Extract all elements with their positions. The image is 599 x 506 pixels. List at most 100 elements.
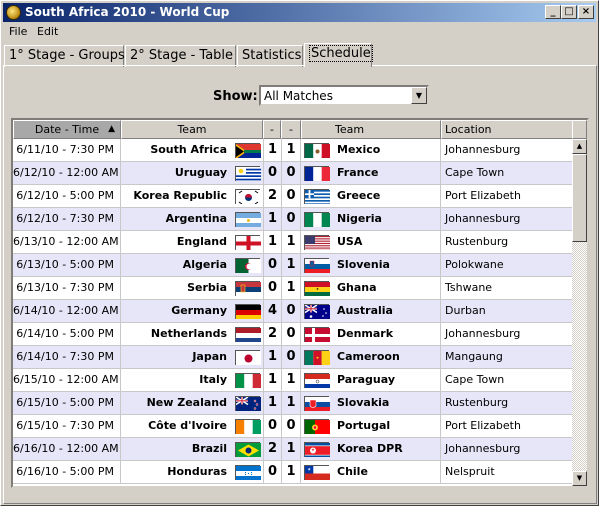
header-location[interactable]: Location <box>441 120 574 139</box>
away-team-flag-icon <box>304 258 330 273</box>
home-team-flag-icon <box>235 396 261 411</box>
away-team-flag-icon <box>304 465 330 480</box>
match-location: Johannesburg <box>445 143 521 156</box>
schedule-table: Date - Time ▲ Team - - Team Location 6/11… <box>11 118 589 488</box>
away-team-flag-icon <box>304 419 330 434</box>
header-date-time[interactable]: Date - Time ▲ <box>13 120 121 139</box>
match-location: Polokwane <box>445 258 504 271</box>
home-team-flag-icon <box>235 258 261 273</box>
tab-schedule[interactable]: Schedule <box>304 43 373 67</box>
match-location: Durban <box>445 304 486 317</box>
table-row[interactable]: 6/15/10 - 5:00 PM New Zealand 1 1 Slovakia Ru… <box>13 392 574 415</box>
maximize-icon[interactable]: □ <box>561 5 577 19</box>
menu-file[interactable]: File <box>9 25 27 38</box>
minimize-icon[interactable]: _ <box>545 5 561 19</box>
show-dropdown[interactable]: All Matches ▼ <box>259 85 429 106</box>
table-row[interactable]: 6/12/10 - 7:30 PM Argentina 1 0 Nigeria Johan… <box>13 208 574 231</box>
table-row[interactable]: 6/15/10 - 7:30 PM Côte d'Ivoire 0 0 Portugal… <box>13 415 574 438</box>
scroll-down-icon[interactable]: ▼ <box>572 471 587 486</box>
match-date-time: 6/12/10 - 12:00 AM <box>13 162 121 184</box>
menu-edit[interactable]: Edit <box>37 25 58 38</box>
home-score: 0 <box>263 277 281 299</box>
home-team-flag-icon <box>235 327 261 342</box>
away-team-name: Denmark <box>335 323 441 345</box>
away-team-name: Slovakia <box>335 392 441 414</box>
home-team-name: South Africa <box>150 143 227 156</box>
home-score: 0 <box>263 415 281 437</box>
table-row[interactable]: 6/12/10 - 5:00 PM Korea Republic 2 0 Greece P… <box>13 185 574 208</box>
table-row[interactable]: 6/14/10 - 12:00 AM Germany 4 0 Australia Durb… <box>13 300 574 323</box>
home-score: 0 <box>263 162 281 184</box>
home-team-name: New Zealand <box>146 396 227 409</box>
title-bar[interactable]: South Africa 2010 - World Cup _ □ × <box>3 3 596 22</box>
table-row[interactable]: 6/14/10 - 7:30 PM Japan 1 0 Cameroon Mangaung <box>13 346 574 369</box>
home-score: 1 <box>263 369 281 391</box>
match-location: Rustenburg <box>445 396 509 409</box>
table-row[interactable]: 6/13/10 - 7:30 PM Serbia 0 1 Ghana Tshwane <box>13 277 574 300</box>
home-team-flag-icon <box>235 189 261 204</box>
tab-groups[interactable]: 1° Stage - Groups <box>4 45 125 67</box>
away-team-name: Greece <box>335 185 441 207</box>
away-score: 0 <box>281 415 301 437</box>
away-score: 0 <box>281 185 301 207</box>
away-team-name: Mexico <box>335 139 441 161</box>
home-team-flag-icon <box>235 442 261 457</box>
header-home-team[interactable]: Team <box>121 120 263 139</box>
table-row[interactable]: 6/13/10 - 5:00 PM Algeria 0 1 Slovenia Polokw… <box>13 254 574 277</box>
away-team-flag-icon <box>304 373 330 388</box>
away-score: 1 <box>281 369 301 391</box>
away-score: 1 <box>281 461 301 483</box>
home-score: 1 <box>263 208 281 230</box>
header-home-score[interactable]: - <box>263 120 281 139</box>
table-row[interactable]: 6/14/10 - 5:00 PM Netherlands 2 0 Denmark Joh… <box>13 323 574 346</box>
home-team-name: Brazil <box>191 442 227 455</box>
home-team-flag-icon <box>235 281 261 296</box>
match-date-time: 6/14/10 - 7:30 PM <box>13 346 121 368</box>
home-team-name: Honduras <box>167 465 227 478</box>
table-row[interactable]: 6/15/10 - 12:00 AM Italy 1 1 Paraguay Cape To… <box>13 369 574 392</box>
scroll-up-icon[interactable]: ▲ <box>572 139 587 154</box>
table-row[interactable]: 6/11/10 - 7:30 PM South Africa 1 1 Mexico Joh… <box>13 139 574 162</box>
table-row[interactable]: 6/16/10 - 12:00 AM Brazil 2 1 Korea DPR Johan… <box>13 438 574 461</box>
vertical-scrollbar[interactable]: ▲ ▼ <box>572 139 587 486</box>
header-away-score[interactable]: - <box>281 120 301 139</box>
close-icon[interactable]: × <box>578 5 594 19</box>
away-score: 0 <box>281 208 301 230</box>
away-team-name: France <box>335 162 441 184</box>
home-team-flag-icon <box>235 143 261 158</box>
home-team-name: Netherlands <box>150 327 227 340</box>
home-score: 1 <box>263 392 281 414</box>
home-team-name: Côte d'Ivoire <box>148 419 227 432</box>
header-away-team[interactable]: Team <box>301 120 441 139</box>
tab-statistics[interactable]: Statistics <box>237 45 303 67</box>
home-team-name: Uruguay <box>174 166 227 179</box>
away-score: 1 <box>281 277 301 299</box>
table-row[interactable]: 6/16/10 - 5:00 PM Honduras 0 1 Chile Nelsprui… <box>13 461 574 484</box>
home-team-flag-icon <box>235 235 261 250</box>
match-location: Nelspruit <box>445 465 495 478</box>
match-date-time: 6/16/10 - 12:00 AM <box>13 438 121 460</box>
app-window: South Africa 2010 - World Cup _ □ × File… <box>0 0 599 506</box>
away-team-flag-icon <box>304 235 330 250</box>
tab-table[interactable]: 2° Stage - Table <box>125 45 236 67</box>
away-team-name: Paraguay <box>335 369 441 391</box>
away-score: 1 <box>281 392 301 414</box>
chevron-down-icon[interactable]: ▼ <box>411 87 427 104</box>
home-team-name: Korea Republic <box>133 189 227 202</box>
soccer-ball-icon <box>6 5 21 20</box>
away-team-name: Portugal <box>335 415 441 437</box>
away-team-name: Cameroon <box>335 346 441 368</box>
away-score: 0 <box>281 162 301 184</box>
table-row[interactable]: 6/12/10 - 12:00 AM Uruguay 0 0 France Cape To… <box>13 162 574 185</box>
home-score: 0 <box>263 254 281 276</box>
show-label: Show: <box>213 89 258 104</box>
match-location: Tshwane <box>445 281 493 294</box>
table-row[interactable]: 6/13/10 - 12:00 AM England 1 1 USA Rustenburg <box>13 231 574 254</box>
menu-bar: File Edit <box>3 23 596 41</box>
home-team-name: Germany <box>171 304 227 317</box>
match-location: Johannesburg <box>445 327 521 340</box>
away-team-flag-icon <box>304 281 330 296</box>
scrollbar-thumb[interactable] <box>572 154 587 242</box>
match-date-time: 6/12/10 - 5:00 PM <box>13 185 121 207</box>
match-location: Port Elizabeth <box>445 419 521 432</box>
